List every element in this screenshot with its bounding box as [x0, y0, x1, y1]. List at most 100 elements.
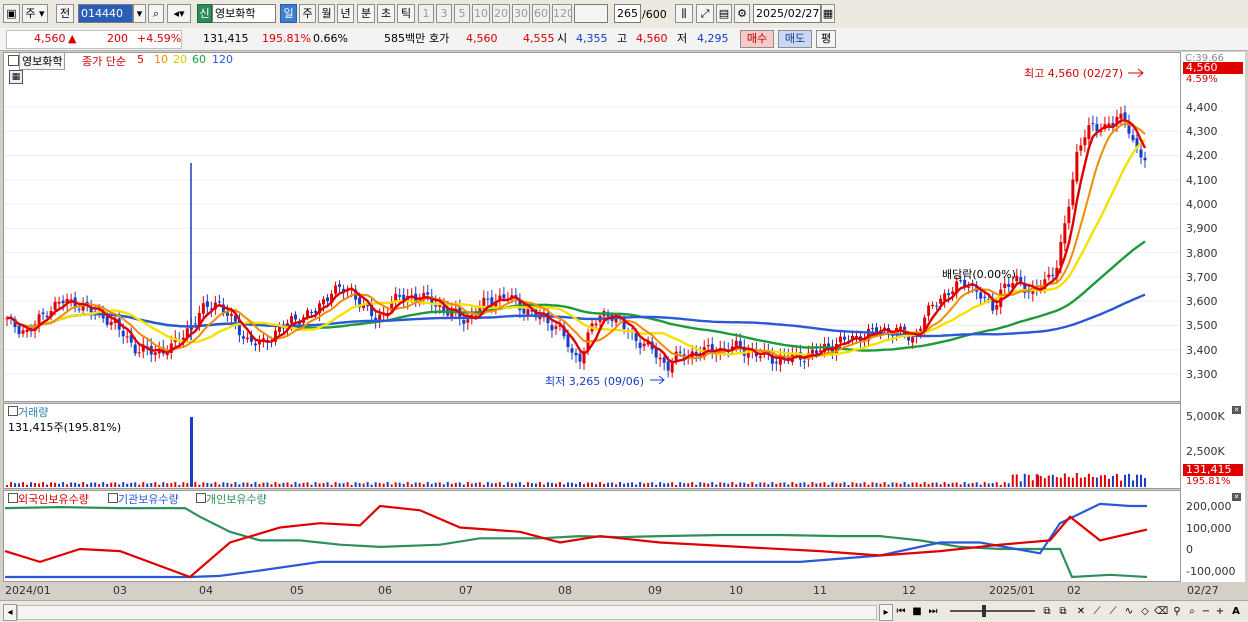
tool-line-icon[interactable]: ⟋ — [1090, 604, 1104, 619]
candle-body — [462, 320, 466, 324]
candle-body — [526, 309, 530, 315]
volume-bar — [46, 484, 49, 487]
tool-shape-icon[interactable]: ◇ — [1138, 604, 1152, 619]
volume-bar — [979, 484, 982, 487]
tool-cross-icon[interactable]: ✕ — [1074, 604, 1088, 619]
volume-pct-tag: 195.81% — [1186, 476, 1231, 487]
scroll-left-icon[interactable]: ◂ — [3, 604, 17, 621]
candle-body — [17, 326, 21, 335]
play-back-icon[interactable]: ⏮ — [894, 604, 908, 619]
volume-bar — [651, 482, 654, 487]
panel-checkbox-icon[interactable] — [8, 55, 19, 66]
volume-bar — [967, 483, 970, 487]
volume-bar — [1083, 477, 1086, 487]
volume-checkbox-icon[interactable] — [8, 406, 18, 416]
volume-bar — [358, 483, 361, 487]
candle-body — [979, 292, 983, 299]
candle-body — [1007, 283, 1011, 287]
holdings-checkbox-icon[interactable] — [8, 493, 18, 503]
volume-bar — [639, 482, 642, 487]
volume-bar — [550, 482, 553, 487]
volume-bar — [254, 482, 257, 487]
legend-individual-checkbox-icon[interactable] — [196, 493, 206, 503]
candle-body — [121, 330, 125, 337]
y-tick-3400: 3,400 — [1186, 344, 1218, 357]
volume-bar — [138, 484, 141, 487]
volume-bar — [318, 483, 321, 487]
volume-bar — [727, 483, 730, 487]
volume-bar — [659, 482, 662, 487]
tool-fan-icon[interactable]: ⟋ — [1106, 604, 1120, 619]
volume-bar — [210, 483, 213, 487]
candle-body — [334, 285, 338, 294]
volume-bar — [1067, 477, 1070, 487]
volume-bar — [815, 483, 818, 487]
volume-close-icon[interactable]: ✕ — [1232, 406, 1241, 414]
volume-bar — [38, 483, 41, 487]
candle-body — [205, 301, 209, 307]
candle-body — [594, 323, 598, 326]
tool-erase-icon[interactable]: ⌫ — [1154, 604, 1168, 619]
legend-institution-checkbox-icon[interactable] — [108, 493, 118, 503]
scroll-track[interactable] — [17, 605, 877, 620]
volume-bar — [1115, 473, 1118, 487]
volume-bar — [150, 483, 153, 487]
volume-bar — [162, 482, 165, 487]
ma-title: 종가 단순 — [82, 55, 126, 68]
volume-bar — [74, 482, 77, 487]
font-size-icon[interactable]: A — [1229, 604, 1243, 619]
candle-body — [706, 345, 710, 347]
volume-bar — [799, 482, 802, 487]
volume-bar — [354, 482, 357, 487]
low-marker-label: 최저 3,265 (09/06) — [545, 375, 645, 388]
layout-icon-2[interactable]: ⧉ — [1056, 604, 1070, 619]
y-tick-3300: 3,300 — [1186, 368, 1218, 381]
holdings-close-icon[interactable]: ✕ — [1232, 493, 1241, 501]
y-tick-3900: 3,900 — [1186, 222, 1218, 235]
candle-body — [1131, 135, 1135, 141]
candle-body — [642, 343, 646, 347]
volume-bar — [526, 482, 529, 487]
volume-bar — [835, 483, 838, 487]
volume-bar — [999, 484, 1002, 487]
x-label-02-27: 02/27 — [1187, 584, 1219, 597]
volume-bar — [1127, 473, 1130, 487]
tool-wave-icon[interactable]: ∿ — [1122, 604, 1136, 619]
candle-body — [57, 301, 61, 304]
scroll-right-icon[interactable]: ▸ — [879, 604, 893, 621]
zoom-slider-handle[interactable] — [982, 605, 986, 617]
volume-bar — [995, 482, 998, 487]
candle-body — [378, 314, 382, 321]
candle-body — [1003, 283, 1007, 288]
volume-bar — [482, 484, 485, 487]
x-label-12: 12 — [902, 584, 916, 597]
volume-bar — [711, 482, 714, 487]
volume-bar — [54, 482, 57, 487]
zoom-out-icon[interactable]: − — [1200, 604, 1212, 619]
volume-bar — [338, 483, 341, 487]
zoom-search-icon[interactable]: ⌕ — [1186, 604, 1198, 619]
candle-body — [838, 336, 842, 343]
y-tick-3600: 3,600 — [1186, 295, 1218, 308]
table-icon[interactable]: ▦ — [9, 70, 23, 84]
play-forward-icon[interactable]: ⏭ — [926, 604, 940, 619]
volume-bar — [234, 482, 237, 487]
volume-bar — [891, 482, 894, 487]
zoom-slider[interactable] — [950, 610, 1035, 612]
volume-bar — [422, 484, 425, 487]
volume-bar — [1015, 474, 1018, 487]
x-label-11: 11 — [813, 584, 827, 597]
volume-bar — [238, 484, 241, 487]
volume-bar — [935, 482, 938, 487]
volume-bar — [78, 483, 81, 487]
layout-icon-1[interactable]: ⧉ — [1040, 604, 1054, 619]
volume-bar — [1111, 475, 1114, 487]
price-panel-stock-name[interactable]: 영보화학 — [19, 52, 66, 70]
volume-bar — [591, 482, 594, 487]
volume-bar — [258, 484, 261, 487]
tool-link-icon[interactable]: ⚲ — [1170, 604, 1184, 619]
candle-body — [193, 323, 197, 325]
zoom-in-icon[interactable]: + — [1214, 604, 1226, 619]
volume-bar — [903, 482, 906, 487]
stop-icon[interactable]: ■ — [910, 604, 924, 619]
